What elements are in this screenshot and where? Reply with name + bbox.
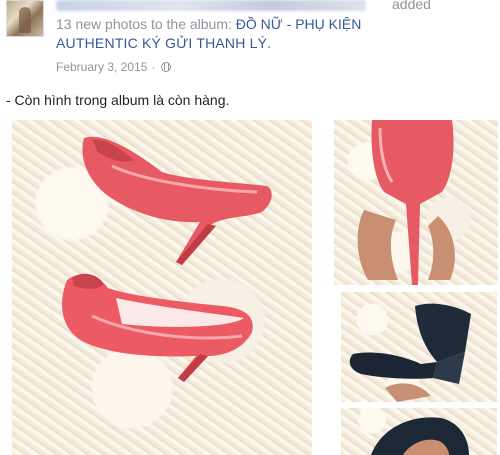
post-header: 13 new photos to the album: ĐỒ NỮ - PHỤ … [56,14,496,35]
globe-icon[interactable] [161,62,172,72]
photo-pink-heel-held[interactable] [334,120,498,285]
album-link[interactable]: ĐỒ NỮ - PHỤ KIỆN [236,16,362,32]
post-meta: February 3, 2015 · [56,60,172,74]
action-tail: added [392,0,431,12]
photo-pink-heels[interactable] [12,120,312,455]
post-date[interactable]: February 3, 2015 [56,60,147,74]
pink-heel-held-illustration [357,120,455,285]
avatar[interactable] [6,0,44,37]
meta-separator: · [151,60,156,74]
photo-black-wedge[interactable] [341,292,497,402]
photo-black-shoe-partial[interactable] [341,408,497,455]
black-shoe-partial-illustration [371,417,469,455]
black-wedge-illustration [349,303,471,402]
pink-heels-illustration [62,136,272,382]
action-text: 13 new photos to the album: [56,16,232,32]
status-text: - Còn hình trong album là còn hàng. [6,92,230,108]
album-link-continued[interactable]: AUTHENTIC KÝ GỬI THANH LÝ. [56,35,271,51]
author-name-blurred[interactable] [56,0,366,11]
